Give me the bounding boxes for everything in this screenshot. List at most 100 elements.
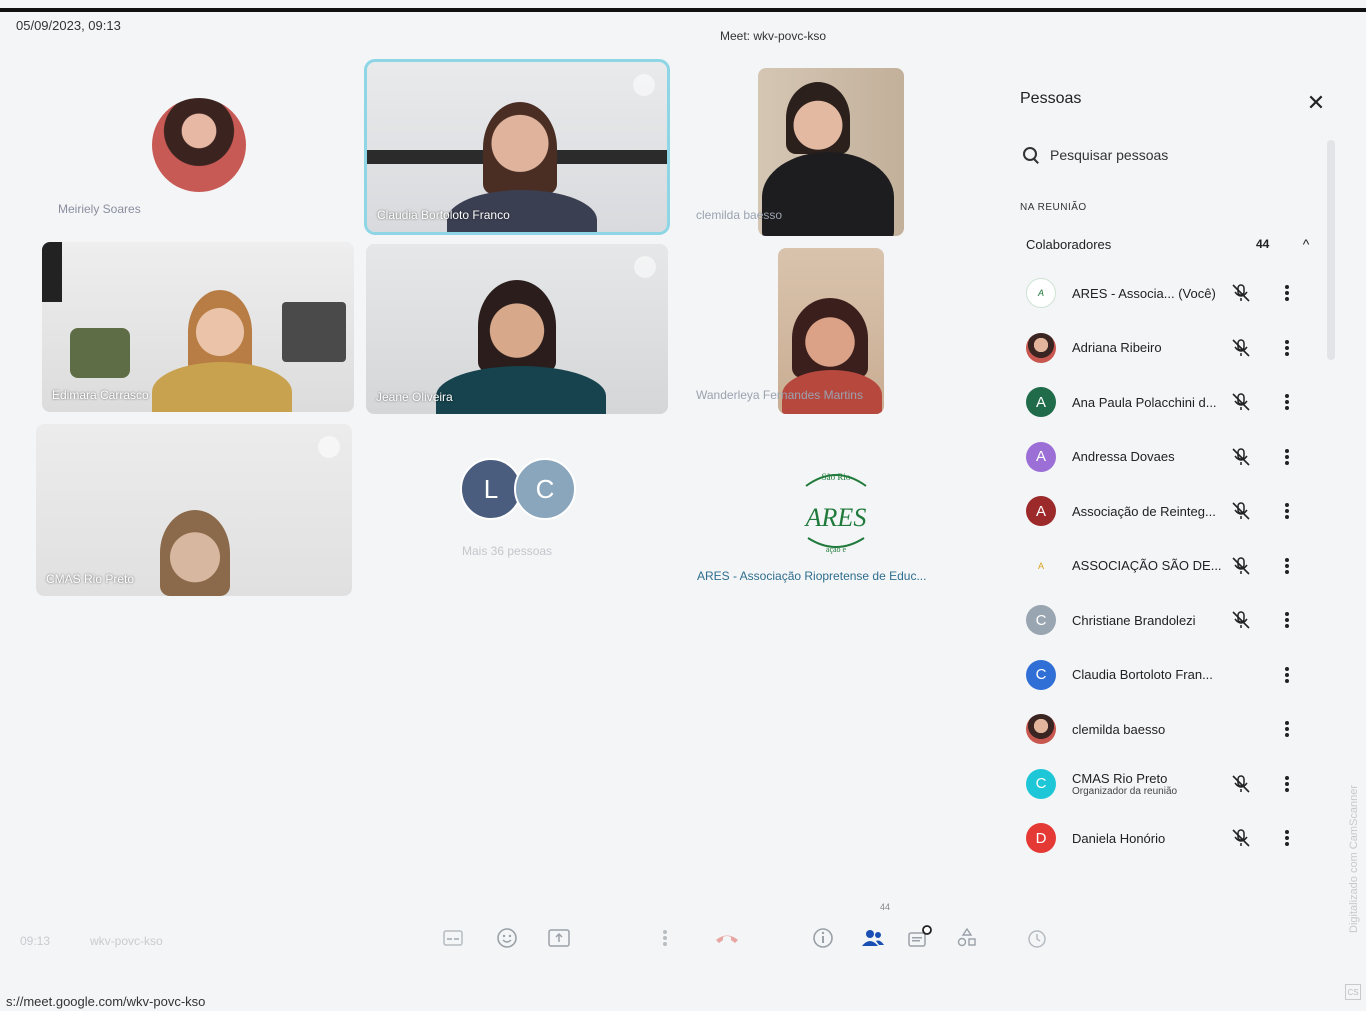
avatar <box>1026 332 1056 363</box>
participant-name-block: ARES - Associa... (Você) <box>1072 286 1232 301</box>
mic-off-icon[interactable] <box>1230 609 1252 631</box>
reactions-button[interactable] <box>494 925 520 951</box>
participant-row[interactable]: Adriana Ribeiro <box>1026 321 1326 376</box>
meeting-code: wkv-povc-kso <box>90 934 163 948</box>
participant-name: Ana Paula Polacchini d... <box>1072 394 1217 410</box>
participant-name-block: Claudia Bortoloto Fran... <box>1072 667 1232 682</box>
ares-logo-arc-top: São Rio <box>822 472 851 482</box>
more-vert-icon <box>1285 339 1289 356</box>
mic-off-icon[interactable] <box>1230 446 1252 468</box>
search-input[interactable] <box>1050 147 1290 163</box>
participant-name-block: Adriana Ribeiro <box>1072 340 1232 355</box>
meet-page-title: Meet: wkv-povc-kso <box>720 29 827 43</box>
participant-options-button[interactable] <box>1282 719 1292 739</box>
participant-name: Edimara Carrasco <box>52 388 149 402</box>
avatar: C <box>1026 605 1056 636</box>
tile-jeane[interactable]: Jeane Oliveira <box>366 244 668 414</box>
participant-video-body <box>152 362 292 412</box>
captions-button[interactable] <box>440 925 466 951</box>
present-button[interactable] <box>546 925 572 951</box>
participant-name: Adriana Ribeiro <box>1072 340 1162 356</box>
hangup-icon <box>716 935 738 943</box>
info-icon <box>813 928 833 948</box>
participant-options-button[interactable] <box>1282 283 1292 303</box>
mic-indicator-icon <box>633 74 655 96</box>
participant-options-button[interactable] <box>1282 610 1292 630</box>
meeting-details-button[interactable] <box>810 925 836 951</box>
participant-options-button[interactable] <box>1282 665 1292 685</box>
avatar: C <box>1026 659 1056 690</box>
avatar: A <box>1026 387 1056 418</box>
participant-row[interactable]: A Associação de Reinteg... <box>1026 484 1326 539</box>
avatar <box>152 98 246 192</box>
panel-scrollbar[interactable] <box>1327 140 1335 360</box>
tile-claudia[interactable]: Claudia Bortoloto Franco <box>364 59 670 235</box>
tile-cmas[interactable]: CMAS Rio Preto <box>36 424 352 596</box>
scanner-badge: CS <box>1345 984 1361 1000</box>
panel-title: Pessoas <box>1020 90 1082 107</box>
scanner-watermark: Digitalizado com CamScanner <box>1348 785 1360 933</box>
emoji-icon <box>497 928 517 948</box>
people-button[interactable] <box>860 925 886 951</box>
participant-row[interactable]: D Daniela Honório <box>1026 811 1326 866</box>
participant-video-body <box>436 366 606 414</box>
mic-off-icon[interactable] <box>1230 500 1252 522</box>
participant-list: A ARES - Associa... (Você) Adriana Ribeiro… <box>1026 266 1326 866</box>
participant-options-button[interactable] <box>1282 828 1292 848</box>
ares-logo-text: ARES <box>804 503 867 532</box>
chat-icon <box>908 925 932 947</box>
mic-off-icon[interactable] <box>1230 827 1252 849</box>
participant-row[interactable]: A Ana Paula Polacchini d... <box>1026 375 1326 430</box>
close-panel-button[interactable]: ✕ <box>1304 92 1328 116</box>
more-participants-avatars[interactable]: L C <box>460 458 580 522</box>
participant-name-block: Associação de Reinteg... <box>1072 504 1232 519</box>
mic-off-icon[interactable] <box>1230 391 1252 413</box>
mic-indicator-icon <box>318 436 340 458</box>
avatar: A <box>1026 278 1056 309</box>
chevron-up-icon[interactable]: ^ <box>1296 236 1316 252</box>
participant-role: Organizador da reunião <box>1072 785 1178 797</box>
participant-options-button[interactable] <box>1282 338 1292 358</box>
participant-name: Jeane Oliveira <box>376 390 453 404</box>
mic-off-icon[interactable] <box>1230 773 1252 795</box>
participant-row[interactable]: A ASSOCIAÇÃO SÃO DE... <box>1026 539 1326 594</box>
mic-indicator-icon <box>634 256 656 278</box>
chat-button[interactable] <box>906 925 932 951</box>
leave-call-button[interactable] <box>714 925 740 951</box>
participant-name-block: Daniela Honório <box>1072 831 1232 846</box>
more-vert-icon <box>1285 721 1289 738</box>
participant-options-button[interactable] <box>1282 556 1292 576</box>
participant-row[interactable]: clemilda baesso <box>1026 702 1326 757</box>
mic-off-icon[interactable] <box>1230 555 1252 577</box>
activities-button[interactable] <box>954 925 980 951</box>
participant-row[interactable]: C Claudia Bortoloto Fran... <box>1026 648 1326 703</box>
avatar: L <box>460 458 522 520</box>
tile-edimara[interactable]: Edimara Carrasco <box>42 242 354 412</box>
more-options-button[interactable] <box>652 925 678 951</box>
group-name: Colaboradores <box>1026 236 1112 252</box>
participant-row[interactable]: C CMAS Rio Preto Organizador da reunião <box>1026 757 1326 812</box>
participant-name: Meiriely Soares <box>58 202 141 216</box>
participant-options-button[interactable] <box>1282 501 1292 521</box>
tile-meiriely[interactable]: Meiriely Soares <box>44 70 354 230</box>
search-icon <box>1022 146 1040 164</box>
participant-options-button[interactable] <box>1282 392 1292 412</box>
more-vert-icon <box>1285 285 1289 302</box>
participant-options-button[interactable] <box>1282 447 1292 467</box>
participant-row[interactable]: A Andressa Dovaes <box>1026 430 1326 485</box>
host-controls-button[interactable] <box>1024 925 1050 951</box>
participant-options-button[interactable] <box>1282 774 1292 794</box>
mic-off-icon[interactable] <box>1230 282 1252 304</box>
present-icon <box>548 929 570 947</box>
background-plant <box>70 328 130 378</box>
avatar: C <box>514 458 576 520</box>
more-vert-icon <box>1285 830 1289 847</box>
avatar: A <box>1026 496 1056 527</box>
avatar: D <box>1026 823 1056 854</box>
participant-row[interactable]: A ARES - Associa... (Você) <box>1026 266 1326 321</box>
scan-top-edge <box>0 8 1366 12</box>
participant-row[interactable]: C Christiane Brandolezi <box>1026 593 1326 648</box>
group-header[interactable]: Colaboradores 44 ^ <box>1026 232 1316 256</box>
lock-clock-icon <box>1028 930 1046 948</box>
mic-off-icon[interactable] <box>1230 337 1252 359</box>
